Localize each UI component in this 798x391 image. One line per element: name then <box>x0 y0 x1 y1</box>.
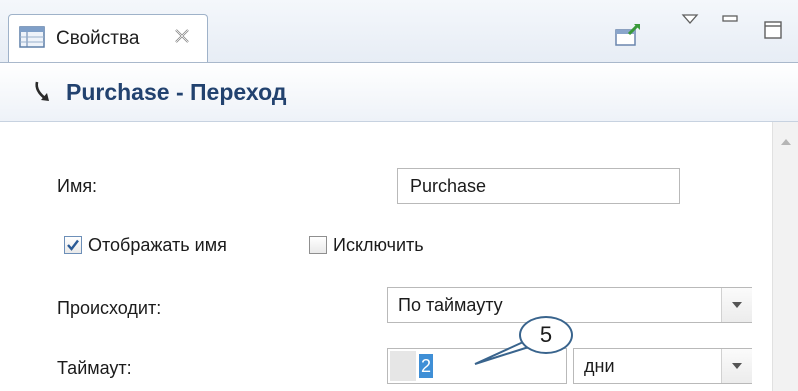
callout-number: 5 <box>519 316 573 354</box>
callout-pointer <box>474 337 536 365</box>
properties-view: Свойства Purchase - Переход Имя: Purchas… <box>0 0 798 391</box>
